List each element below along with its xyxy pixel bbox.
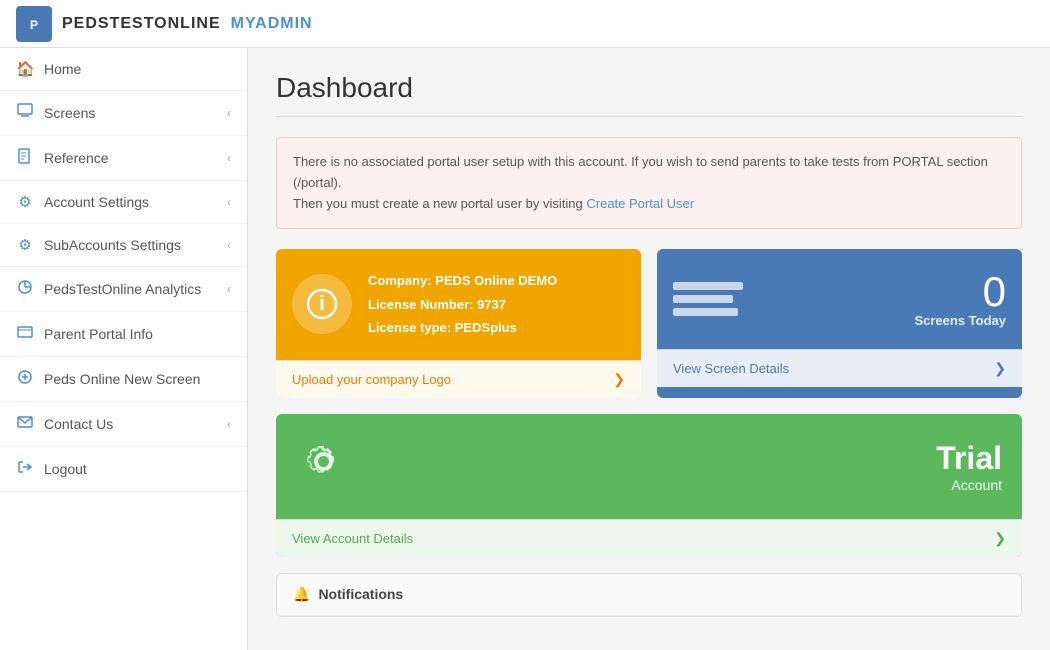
sidebar-label-contact-us: Contact Us <box>44 416 113 432</box>
chevron-account-settings: ‹ <box>227 195 231 209</box>
chevron-screens: ‹ <box>227 106 231 120</box>
svg-text:i: i <box>319 293 325 315</box>
app-logo: P <box>16 6 52 42</box>
reference-icon <box>16 148 34 168</box>
chevron-contact-us: ‹ <box>227 417 231 431</box>
screens-icon <box>16 103 34 123</box>
analytics-icon <box>16 279 34 299</box>
sidebar-item-screens[interactable]: Screens ‹ <box>0 91 247 136</box>
license-type: License type: PEDSplus <box>368 316 557 339</box>
account-details-arrow: ❯ <box>994 530 1006 547</box>
trial-card: Trial Account View Account Details ❯ <box>276 414 1022 557</box>
sidebar-label-screens: Screens <box>44 105 95 121</box>
company-name: Company: PEDS Online DEMO <box>368 269 557 292</box>
license-number: License Number: 9737 <box>368 293 557 316</box>
svg-text:P: P <box>30 18 38 32</box>
screens-count: 0 <box>914 271 1006 313</box>
alert-banner: There is no associated portal user setup… <box>276 137 1022 229</box>
notifications-card: 🔔 Notifications <box>276 573 1022 617</box>
view-account-details-link[interactable]: View Account Details <box>292 531 413 546</box>
sidebar-item-analytics[interactable]: PedsTestOnline Analytics ‹ <box>0 267 247 312</box>
company-info-card: i Company: PEDS Online DEMO License Numb… <box>276 249 641 397</box>
trial-subtitle: Account <box>936 477 1002 493</box>
main-layout: 🏠 Home Screens ‹ Reference ‹ <box>0 48 1050 650</box>
sidebar-label-account-settings: Account Settings <box>44 194 149 210</box>
sidebar-item-peds-new-screen[interactable]: Peds Online New Screen <box>0 357 247 402</box>
account-settings-icon: ⚙ <box>16 193 34 211</box>
upload-logo-link[interactable]: Upload your company Logo <box>292 372 451 387</box>
contact-icon <box>16 414 34 434</box>
sidebar-item-contact-us[interactable]: Contact Us ‹ <box>0 402 247 447</box>
app-name: PEDSTESTONLINE <box>62 15 221 33</box>
page-title: Dashboard <box>276 72 1022 117</box>
main-content: Dashboard There is no associated portal … <box>248 48 1050 650</box>
alert-text-line2-prefix: Then you must create a new portal user b… <box>293 196 586 211</box>
upload-logo-arrow: ❯ <box>613 371 625 388</box>
chevron-subaccounts: ‹ <box>227 238 231 252</box>
sidebar-item-reference[interactable]: Reference ‹ <box>0 136 247 181</box>
screens-today-label: Screens Today <box>914 313 1006 328</box>
sidebar-item-logout[interactable]: Logout <box>0 447 247 492</box>
sidebar-label-logout: Logout <box>44 461 87 477</box>
screen-details-arrow: ❯ <box>994 360 1006 377</box>
logout-icon <box>16 459 34 479</box>
sidebar-label-subaccounts: SubAccounts Settings <box>44 237 181 253</box>
peds-new-screen-icon <box>16 369 34 389</box>
subaccounts-icon: ⚙ <box>16 236 34 254</box>
cards-row-top: i Company: PEDS Online DEMO License Numb… <box>276 249 1022 397</box>
home-icon: 🏠 <box>16 60 34 78</box>
chevron-reference: ‹ <box>227 151 231 165</box>
sidebar-item-home[interactable]: 🏠 Home <box>0 48 247 91</box>
alert-text-line1: There is no associated portal user setup… <box>293 154 988 190</box>
notification-bell-icon: 🔔 <box>293 586 310 603</box>
trial-title: Trial <box>936 440 1002 477</box>
sidebar-label-peds-new-screen: Peds Online New Screen <box>44 371 200 387</box>
info-icon: i <box>292 274 352 334</box>
sidebar: 🏠 Home Screens ‹ Reference ‹ <box>0 48 248 650</box>
sidebar-item-subaccounts[interactable]: ⚙ SubAccounts Settings ‹ <box>0 224 247 267</box>
user-name: MYADMIN <box>231 15 313 33</box>
sidebar-label-analytics: PedsTestOnline Analytics <box>44 281 201 297</box>
trial-gear-icon <box>296 434 351 499</box>
parent-portal-icon <box>16 324 34 344</box>
view-screen-details-link[interactable]: View Screen Details <box>673 361 789 376</box>
screens-today-card: 0 Screens Today View Screen Details ❯ <box>657 249 1022 397</box>
sidebar-item-parent-portal[interactable]: Parent Portal Info <box>0 312 247 357</box>
sidebar-item-account-settings[interactable]: ⚙ Account Settings ‹ <box>0 181 247 224</box>
chevron-analytics: ‹ <box>227 282 231 296</box>
app-header: P PEDSTESTONLINE MYADMIN <box>0 0 1050 48</box>
create-portal-user-link[interactable]: Create Portal User <box>586 196 694 211</box>
sidebar-item-home-label: Home <box>44 61 81 77</box>
sidebar-label-reference: Reference <box>44 150 109 166</box>
notifications-title: Notifications <box>318 586 403 602</box>
screens-lines-icon <box>673 282 743 316</box>
sidebar-label-parent-portal: Parent Portal Info <box>44 326 153 342</box>
